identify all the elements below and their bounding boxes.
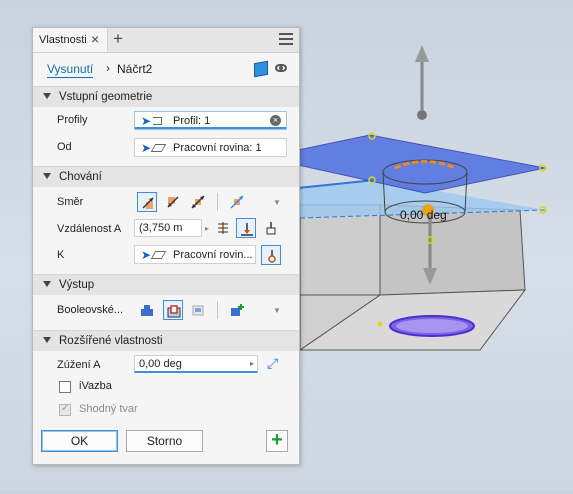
k-label: K [57, 249, 65, 261]
chevron-down-icon [43, 337, 51, 343]
taper-dimension-label[interactable]: 0,00 deg [400, 208, 447, 222]
panel-tabbar: Vlastnosti × + [33, 28, 299, 53]
section-input-geometry[interactable]: Vstupní geometrie [33, 86, 299, 107]
tab-properties[interactable]: Vlastnosti × [33, 28, 108, 52]
divider [217, 193, 218, 211]
ok-button[interactable]: OK [41, 430, 118, 452]
direction-default-button[interactable] [137, 192, 157, 212]
extents-to-icon [241, 223, 253, 236]
divider [217, 301, 218, 319]
flip-termination-icon [268, 250, 276, 263]
ivazba-label: iVazba [79, 380, 112, 392]
select-cursor-icon: ➤ [141, 114, 152, 128]
direction-label: Směr [57, 196, 84, 208]
taper-input[interactable]: 0,00 deg ▸ [134, 355, 258, 373]
taper-label: Zúžení A [57, 359, 101, 371]
intersect-icon [192, 305, 204, 316]
distance-label: Vzdálenost A [57, 223, 122, 235]
from-selector[interactable]: ➤ Pracovní rovina: 1 [134, 138, 287, 157]
boolean-cut-button[interactable] [163, 300, 183, 320]
boolean-join-button[interactable] [137, 300, 157, 320]
section-title: Chování [59, 171, 102, 183]
join-icon [141, 305, 153, 316]
clear-icon[interactable]: × [270, 115, 281, 126]
section-advanced[interactable]: Rozšířené vlastnosti [33, 330, 299, 351]
direction-asymmetric-button[interactable] [227, 192, 247, 212]
flip-taper-icon[interactable]: ⤢ [267, 355, 278, 372]
to-selector[interactable]: ➤ Pracovní rovin... [134, 245, 256, 264]
workplane-icon [150, 251, 167, 259]
profiles-label: Profily [57, 114, 88, 126]
direction-flipped-icon [167, 196, 179, 208]
ivazba-checkbox[interactable] [59, 381, 71, 393]
chevron-down-icon[interactable]: ▼ [273, 198, 281, 207]
taper-flyout-icon[interactable]: ▸ [250, 359, 254, 368]
breadcrumb-feature-link[interactable]: Vysunutí [47, 62, 94, 78]
from-label: Od [57, 141, 72, 153]
properties-panel: Vlastnosti × + Vysunutí › Náčrt2 Vstupní… [32, 27, 300, 465]
extents-to-button[interactable] [236, 218, 256, 238]
breadcrumb-sketch: Náčrt2 [117, 62, 153, 76]
profiles-value: Profil: 1 [173, 115, 211, 127]
extents-between-button[interactable] [261, 218, 281, 238]
distance-value: (3,750 m [139, 222, 183, 234]
match-shape-checkbox [59, 403, 71, 416]
plus-icon: + [271, 429, 283, 451]
section-title: Výstup [59, 279, 95, 291]
close-icon[interactable]: × [91, 31, 99, 47]
to-value: Pracovní rovin... [173, 249, 253, 261]
new-solid-button[interactable] [227, 300, 247, 320]
cube-icon[interactable] [254, 60, 268, 78]
boolean-intersect-button[interactable] [188, 300, 208, 320]
extents-distance-button[interactable] [213, 218, 233, 238]
direction-asymmetric-icon [230, 195, 244, 209]
apply-add-button[interactable]: + [266, 430, 288, 452]
section-title: Vstupní geometrie [59, 91, 153, 103]
eye-icon[interactable] [275, 64, 287, 72]
direction-flipped-button[interactable] [163, 192, 183, 212]
distance-input[interactable]: (3,750 m [134, 219, 202, 237]
workplane-icon [150, 144, 167, 152]
direction-default-icon [142, 197, 154, 209]
select-cursor-icon: ➤ [141, 141, 152, 155]
new-solid-icon [231, 304, 244, 316]
match-shape-label: Shodný tvar [79, 403, 138, 415]
profiles-selector[interactable]: ➤ Profil: 1 × [134, 111, 287, 130]
extents-distance-icon [218, 222, 228, 234]
extents-between-icon [266, 222, 276, 235]
section-output[interactable]: Výstup [33, 274, 299, 295]
section-title: Rozšířené vlastnosti [59, 335, 163, 347]
breadcrumb: Vysunutí › Náčrt2 [33, 53, 299, 85]
cancel-button[interactable]: Storno [126, 430, 203, 452]
cut-icon [167, 305, 181, 318]
chevron-down-icon [43, 173, 51, 179]
distance-flyout-icon[interactable]: ▸ [205, 224, 209, 233]
hamburger-menu-icon[interactable] [279, 33, 293, 48]
flip-termination-button[interactable] [261, 245, 281, 265]
chevron-down-icon[interactable]: ▼ [273, 306, 281, 315]
profile-icon [153, 117, 162, 125]
tab-title: Vlastnosti [39, 34, 87, 46]
chevron-down-icon [43, 93, 51, 99]
add-tab-icon[interactable]: + [113, 29, 123, 49]
section-behavior[interactable]: Chování [33, 166, 299, 187]
from-value: Pracovní rovina: 1 [173, 142, 262, 154]
boolean-label: Booleovské... [57, 304, 124, 316]
chevron-right-icon: › [106, 61, 110, 75]
taper-value: 0,00 deg [139, 358, 182, 370]
select-cursor-icon: ➤ [141, 248, 152, 262]
direction-symmetric-button[interactable] [188, 192, 208, 212]
direction-symmetric-icon [191, 195, 205, 209]
chevron-down-icon [43, 281, 51, 287]
